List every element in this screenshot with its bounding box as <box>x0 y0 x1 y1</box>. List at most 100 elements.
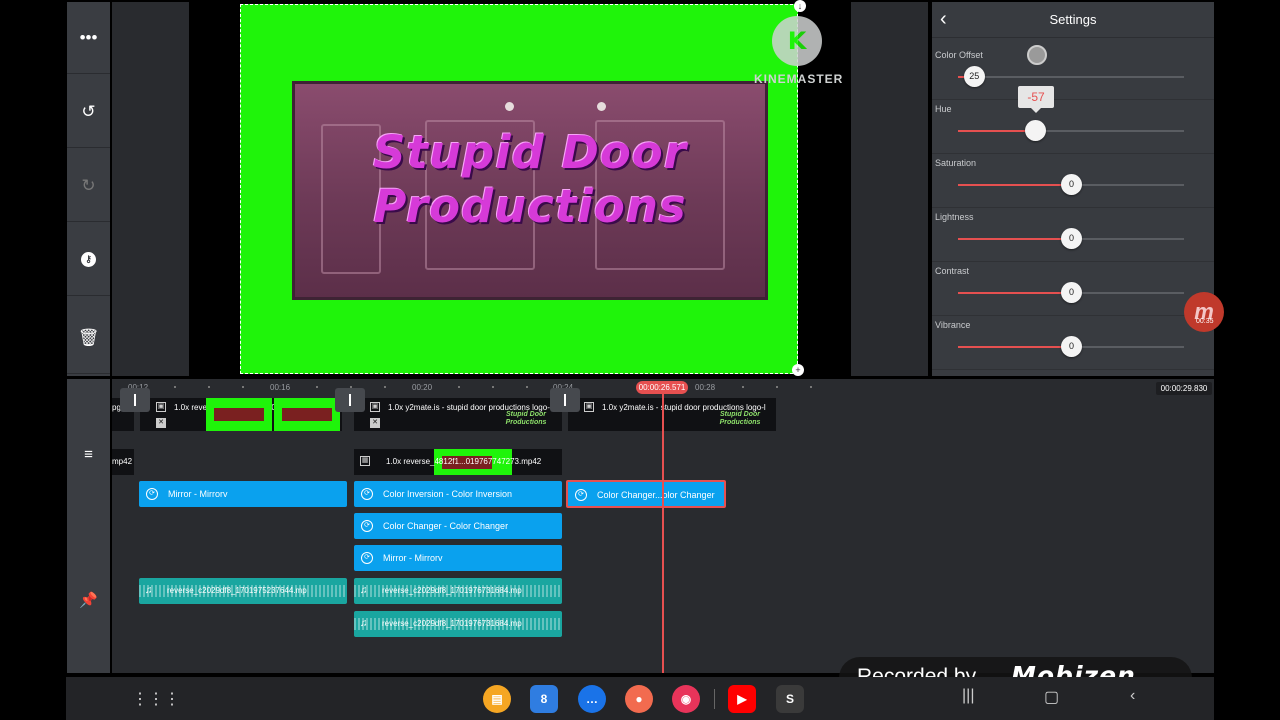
slider-fill <box>958 292 1071 294</box>
back-nav-icon[interactable]: ‹ <box>1130 687 1135 705</box>
door-title-line2: Productions <box>373 180 687 233</box>
undo-button[interactable]: ↺ <box>67 76 110 148</box>
apps-grid-icon[interactable]: ⋮⋮⋮ <box>132 689 180 709</box>
ruler-dot <box>384 386 386 388</box>
transition-button[interactable] <box>550 388 580 412</box>
hue-value-bubble: -57 <box>1018 86 1054 113</box>
video-clip[interactable]: ▣ 1.0x y2mate.is - stupid door productio… <box>568 398 776 431</box>
slider-fill <box>958 130 1035 132</box>
left-toolbar: ••• ↺ ↻ ⚷ 🗑 <box>67 2 110 376</box>
more-icon: ••• <box>79 27 98 47</box>
door-knob <box>597 102 606 111</box>
slider-thumb[interactable]: 25 <box>963 66 985 87</box>
audio-clip[interactable]: ♫ reverse_c2029df8_1701975237644.mp <box>139 578 347 604</box>
slider-lightness: Lightness 0 <box>932 208 1214 262</box>
effect-clip-selected[interactable]: ⟳ Color Changer...olor Changer <box>566 480 726 508</box>
playhead-time[interactable]: 00:00:26.571 <box>636 381 688 394</box>
effect-label: Mirror - Mirrorv <box>168 489 228 499</box>
camera-app-icon[interactable]: ◉ <box>672 685 700 713</box>
clip-thumbnail-text: Stupid Door Productions <box>505 411 547 426</box>
color-offset-knob[interactable] <box>1027 45 1047 65</box>
delete-button[interactable]: 🗑 <box>67 302 110 374</box>
slider-label: Lightness <box>935 212 974 222</box>
effect-label: Mirror - Mirrorv <box>383 553 443 563</box>
slider-thumb[interactable]: 0 <box>1061 174 1082 195</box>
mute-icon: ✕ <box>156 418 166 428</box>
audio-clip[interactable]: ♫ reverse_c2029df8_1701976731684.mp <box>354 578 562 604</box>
slider-thumb[interactable]: 0 <box>1061 228 1082 249</box>
expand-tracks-button[interactable]: ≡ <box>67 439 110 469</box>
clip-type-icon: ▣ <box>156 402 166 412</box>
slider-thumb[interactable] <box>1024 120 1046 141</box>
messages-app-icon[interactable]: … <box>578 685 606 713</box>
effect-clip[interactable]: ⟳ Color Changer - Color Changer <box>354 513 562 539</box>
more-menu-button[interactable]: ••• <box>67 2 110 74</box>
rotate-handle[interactable]: ↓ <box>794 0 806 12</box>
home-nav-icon[interactable]: ▢ <box>1044 687 1059 707</box>
video-clip[interactable]: ▣ ✕ 1.0x reverse_5632b424_1701975248805.… <box>140 398 342 431</box>
music-icon: ♫ <box>360 618 368 629</box>
effect-label: Color Changer...olor Changer <box>597 490 715 500</box>
door-title: Stupid Door Productions <box>295 126 765 234</box>
s-app-icon[interactable]: S <box>776 685 804 713</box>
expand-icon: ≡ <box>84 445 93 463</box>
calendar-app-icon[interactable]: 8 <box>530 685 558 713</box>
audio-label: reverse_c2029df8_1701976731684.mp <box>382 586 522 595</box>
audio-clip[interactable]: ♫ reverse_c2029df8_1701976731684.mp <box>354 611 562 637</box>
slider-vibrance: Vibrance 0 <box>932 316 1214 370</box>
youtube-app-icon[interactable]: ▶ <box>728 685 756 713</box>
redo-button[interactable]: ↻ <box>67 150 110 222</box>
music-icon: ♫ <box>145 585 153 596</box>
calendar-glyph: 8 <box>540 692 548 706</box>
keyframe-button[interactable]: ⚷ <box>67 224 110 296</box>
clip-type-icon: ▣ <box>584 402 594 412</box>
kinemaster-watermark-text: KINEMASTER <box>754 72 844 86</box>
effect-icon: ⟳ <box>575 489 587 501</box>
key-icon: ⚷ <box>81 252 96 267</box>
slider-track[interactable]: 25 <box>958 66 1184 87</box>
pin-button[interactable]: 📌 <box>67 585 110 615</box>
effect-clip[interactable]: ⟳ Mirror - Mirrorv <box>139 481 347 507</box>
music-icon: ♫ <box>360 585 368 596</box>
slider-track[interactable] <box>958 120 1184 141</box>
effect-icon: ⟳ <box>146 488 158 500</box>
slider-color-offset: Color Offset 25 <box>932 46 1214 100</box>
files-app-icon[interactable]: ▤ <box>483 685 511 713</box>
layer-clip[interactable]: mp42 <box>112 449 134 475</box>
video-clip[interactable]: ▣ ✕ 1.0x y2mate.is - stupid door product… <box>354 398 562 431</box>
dock-separator <box>714 689 715 709</box>
clip-thumbnail <box>206 398 272 431</box>
effect-icon: ⟳ <box>361 488 373 500</box>
layer-clip[interactable]: ▦ 1.0x reverse_4812f1...019767747273.mp4… <box>354 449 562 475</box>
effect-clip[interactable]: ⟳ Mirror - Mirrorv <box>354 545 562 571</box>
ruler-dot <box>742 386 744 388</box>
ruler-tick: 00:28 <box>695 383 716 392</box>
effect-clip[interactable]: ⟳ Color Inversion - Color Inversion <box>354 481 562 507</box>
transition-button[interactable] <box>120 388 150 412</box>
floating-recorder-bubble[interactable]: m 00:35 <box>1184 292 1224 332</box>
pin-icon: 📌 <box>79 592 98 609</box>
playhead[interactable] <box>662 393 664 673</box>
taskbar-dock: ⋮⋮⋮ ▤ 8 … ● ◉ ▶ S ||| ▢ ‹ <box>66 677 1214 720</box>
door-knob <box>505 102 514 111</box>
door-title-line1: Stupid Door <box>373 126 687 179</box>
youtube-glyph: ▶ <box>737 692 747 706</box>
resize-handle[interactable]: + <box>792 364 804 376</box>
recents-nav-icon[interactable]: ||| <box>962 687 974 705</box>
slider-thumb[interactable]: 0 <box>1061 336 1082 357</box>
effect-label: Color Inversion - Color Inversion <box>383 489 513 499</box>
clip-thumbnail <box>274 398 340 431</box>
effect-label: Color Changer - Color Changer <box>383 521 509 531</box>
transition-button[interactable] <box>335 388 365 412</box>
slider-track[interactable]: 0 <box>958 228 1184 249</box>
slider-track[interactable]: 0 <box>958 336 1184 357</box>
timeline[interactable]: 00:12 00:16 00:20 00:24 00:28 00:00:29.8… <box>112 379 1214 673</box>
audio-label: reverse_c2029df8_1701976731684.mp <box>382 619 522 628</box>
slider-thumb[interactable]: 0 <box>1061 282 1082 303</box>
slider-fill <box>958 346 1071 348</box>
slider-track[interactable]: 0 <box>958 174 1184 195</box>
contacts-app-icon[interactable]: ● <box>625 685 653 713</box>
slider-track[interactable]: 0 <box>958 282 1184 303</box>
trash-icon: 🗑 <box>77 327 100 347</box>
slider-fill <box>958 238 1071 240</box>
